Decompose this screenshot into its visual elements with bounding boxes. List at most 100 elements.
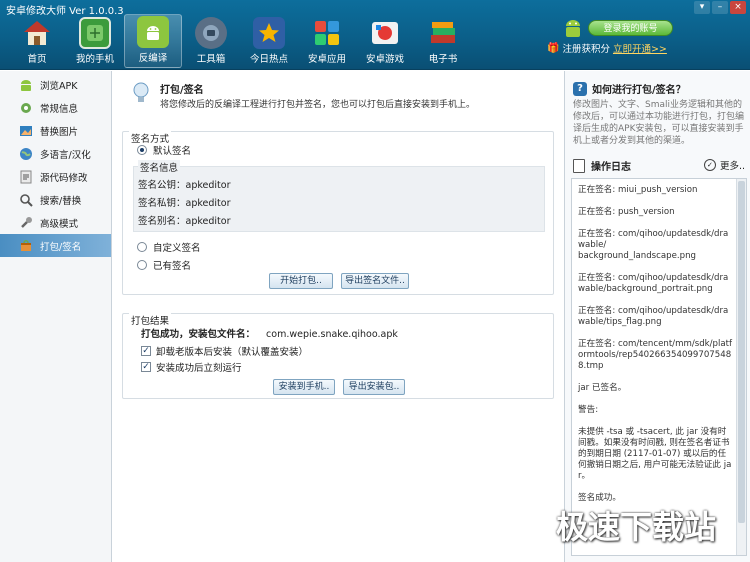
- howto-title: 如何进行打包/签名？: [592, 85, 686, 96]
- export-sign-button[interactable]: 导出签名文件..: [341, 273, 409, 289]
- apps-grid-icon: [311, 17, 343, 49]
- nav-ebooks[interactable]: 电子书: [414, 14, 472, 68]
- sidebar: 浏览APK 常规信息 替换图片 多语言/汉化 源代码修改 搜索/替换 高级模式 …: [0, 71, 112, 562]
- register-text: 注册获积分: [562, 44, 610, 55]
- menu-icon[interactable]: ▾: [694, 1, 710, 14]
- install-to-phone-button[interactable]: 安装到手机..: [273, 379, 335, 395]
- log-entry: 警告:: [578, 405, 599, 415]
- register-link[interactable]: 立即开通>>: [613, 41, 667, 55]
- autorun-checkbox[interactable]: ✓ 安装成功后立刻运行: [141, 360, 242, 374]
- radio-button[interactable]: [137, 145, 147, 155]
- pack-result-file: com.wepie.snake.qihoo.apk: [266, 329, 398, 340]
- radio-label: 已有签名: [153, 261, 192, 272]
- start-pack-button[interactable]: 开始打包..: [269, 273, 333, 289]
- sidebar-item-label: 替换图片: [40, 126, 79, 138]
- gear-icon: [18, 100, 34, 116]
- sidebar-item-label: 高级模式: [40, 218, 79, 230]
- nav-hot-today[interactable]: 今日热点: [240, 14, 298, 68]
- house-icon: [21, 17, 53, 49]
- sidebar-item-source-edit[interactable]: 源代码修改: [0, 165, 111, 188]
- nav-decompile[interactable]: 反编译: [124, 14, 182, 68]
- lightbulb-icon: [133, 82, 149, 102]
- howto-title-row: ? 如何进行打包/签名？: [573, 81, 686, 96]
- log-scrollbar[interactable]: [736, 179, 746, 555]
- sidebar-item-browse-apk[interactable]: 浏览APK: [0, 73, 111, 96]
- image-icon: [18, 123, 34, 139]
- more-button[interactable]: ✓ 更多..: [703, 158, 745, 172]
- books-icon: [427, 17, 459, 49]
- nav-my-phone[interactable]: 我的手机: [66, 14, 124, 68]
- log-entry: 正在签名: com/tencent/mm/sdk/platformtools/r…: [578, 339, 733, 371]
- minimize-icon[interactable]: –: [712, 1, 728, 14]
- export-package-button[interactable]: 导出安装包..: [343, 379, 405, 395]
- log-entry: 正在签名: com/qihoo/updatesdk/drawable/tips_…: [578, 306, 729, 327]
- sidebar-item-general-info[interactable]: 常规信息: [0, 96, 111, 119]
- sign-alias: 签名别名：apkeditor: [138, 216, 231, 227]
- radio-label: 自定义签名: [153, 243, 201, 254]
- radio-button[interactable]: [137, 242, 147, 252]
- custom-sign-radio[interactable]: 自定义签名: [137, 240, 201, 254]
- nav-label: 我的手机: [75, 54, 114, 65]
- nav-label: 安卓游戏: [365, 54, 404, 65]
- nav-label: 工具箱: [196, 54, 226, 65]
- sidebar-item-multilang[interactable]: 多语言/汉化: [0, 142, 111, 165]
- toolbox-icon: [195, 17, 227, 49]
- more-label: 更多..: [719, 161, 745, 172]
- search-icon: [18, 192, 34, 208]
- log-entry: 正在签名: com/qihoo/updatesdk/drawable/ back…: [578, 229, 729, 261]
- pack-result-group: 打包结果 打包成功，安装包文件名： com.wepie.snake.qihoo.…: [122, 313, 554, 399]
- star-icon: [253, 17, 285, 49]
- sign-private-key: 签名私钥：apkeditor: [138, 198, 231, 209]
- question-icon: ?: [573, 81, 587, 96]
- scrollbar-thumb[interactable]: [738, 181, 745, 523]
- default-sign-radio[interactable]: 默认签名: [137, 143, 191, 157]
- game-icon: [369, 17, 401, 49]
- nav-android-games[interactable]: 安卓游戏: [356, 14, 414, 68]
- sidebar-item-pack-sign[interactable]: 打包/签名: [0, 234, 111, 257]
- sign-method-group: 签名方式 默认签名 签名信息 签名公钥：apkeditor 签名私钥：apked…: [122, 131, 554, 295]
- sidebar-item-search-replace[interactable]: 搜索/替换: [0, 188, 111, 211]
- top-nav: 首页 我的手机 反编译 工具箱 今日热点 安卓应用 安卓游戏 电子书: [8, 14, 472, 68]
- right-panel: ? 如何进行打包/签名？ 修改图片、文字、Smali业务逻辑和其他的修改后，可以…: [564, 71, 750, 562]
- gift-icon: 🎁: [547, 42, 560, 54]
- sign-info-label: 签名信息: [138, 160, 181, 174]
- group-label: 打包结果: [129, 313, 172, 327]
- login-button[interactable]: 登录我的账号: [588, 20, 673, 36]
- checkbox[interactable]: ✓: [141, 362, 151, 372]
- close-icon[interactable]: ×: [730, 1, 746, 14]
- sidebar-item-label: 常规信息: [40, 103, 79, 115]
- android-robot-icon: [566, 20, 580, 37]
- nav-label: 安卓应用: [307, 54, 346, 65]
- sidebar-item-label: 源代码修改: [40, 172, 88, 184]
- sidebar-item-advanced[interactable]: 高级模式: [0, 211, 111, 234]
- main-panel: 打包/签名 将您修改后的反编译工程进行打包并签名，您也可以打包后直接安装到手机上…: [112, 71, 564, 562]
- nav-label: 今日热点: [249, 54, 288, 65]
- phone-icon: [79, 17, 111, 49]
- sidebar-item-label: 打包/签名: [40, 241, 82, 253]
- checkbox[interactable]: ✓: [141, 346, 151, 356]
- promo-panel: 登录我的账号 🎁 注册获积分 立即开通>>: [533, 14, 715, 58]
- radio-button[interactable]: [137, 260, 147, 270]
- wrench-icon: [18, 215, 34, 231]
- log-entry: jar 已签名。: [578, 383, 627, 393]
- checkbox-label: 卸载老版本后安装（默认覆盖安装）: [156, 347, 309, 358]
- window-controls: ▾ – ×: [694, 1, 746, 14]
- nav-home[interactable]: 首页: [8, 14, 66, 68]
- radio-label: 默认签名: [153, 146, 192, 157]
- sidebar-item-replace-image[interactable]: 替换图片: [0, 119, 111, 142]
- uninstall-old-checkbox[interactable]: ✓ 卸载老版本后安装（默认覆盖安装）: [141, 344, 308, 358]
- log-entry: 正在签名: com/qihoo/updatesdk/drawable/backg…: [578, 273, 729, 294]
- nav-android-apps[interactable]: 安卓应用: [298, 14, 356, 68]
- pack-result-line: 打包成功，安装包文件名： com.wepie.snake.qihoo.apk: [141, 326, 398, 340]
- existing-sign-radio[interactable]: 已有签名: [137, 258, 191, 272]
- log-box[interactable]: 正在签名: miui_push_version 正在签名: push_versi…: [571, 178, 747, 556]
- package-icon: [18, 238, 34, 254]
- android-robot-icon: [18, 77, 34, 93]
- log-entry: 正在签名: miui_push_version: [578, 185, 698, 195]
- log-content: 正在签名: miui_push_version 正在签名: push_versi…: [572, 179, 746, 519]
- page-title: 打包/签名: [160, 85, 204, 96]
- sidebar-item-label: 多语言/汉化: [40, 149, 91, 161]
- log-title: 操作日志: [591, 162, 631, 173]
- sidebar-item-label: 浏览APK: [40, 80, 78, 92]
- nav-toolbox[interactable]: 工具箱: [182, 14, 240, 68]
